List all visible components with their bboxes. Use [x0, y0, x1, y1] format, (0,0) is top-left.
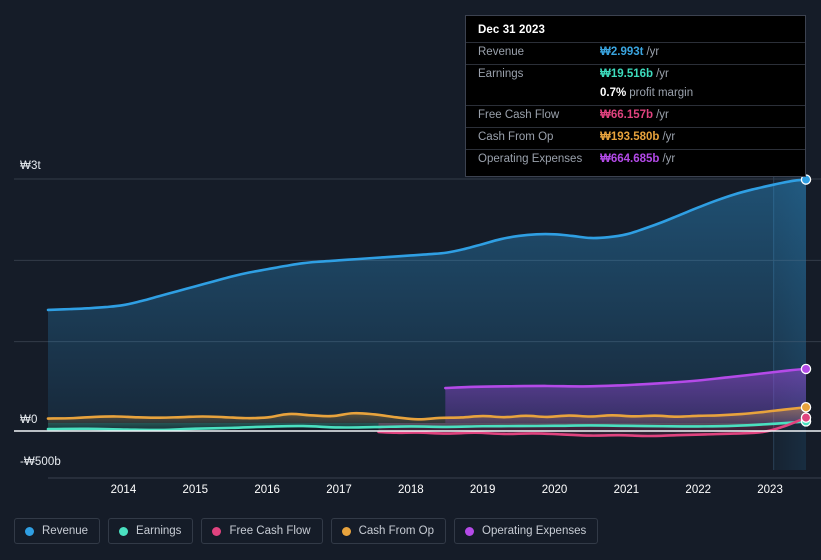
- legend-item-label: Revenue: [42, 525, 89, 537]
- tooltip-row-unit: /yr: [662, 153, 676, 165]
- tooltip-row-profit-margin: 0.7% profit margin: [466, 86, 805, 105]
- tooltip-row-unit: profit margin: [629, 87, 694, 99]
- chart-legend[interactable]: Revenue Earnings Free Cash Flow Cash From O…: [14, 518, 599, 544]
- legend-item-operating-expenses[interactable]: Operating Expenses: [454, 518, 599, 544]
- x-axis-tick: 2022: [685, 484, 712, 496]
- x-axis-tick: 2018: [398, 484, 424, 496]
- legend-color-dot-icon: [25, 526, 34, 536]
- tooltip-row-value: ₩664.685b/yr: [600, 153, 676, 165]
- y-axis-tick: -₩500b: [20, 456, 65, 468]
- tooltip-row-value: ₩19.516b/yr: [600, 68, 669, 80]
- legend-item-label: Free Cash Flow: [229, 525, 311, 537]
- tooltip-rows: Revenue ₩2.993t/yr Earnings ₩19.516b/yr 0.7%…: [466, 42, 805, 171]
- x-axis-tick: 2021: [613, 484, 640, 496]
- x-axis-tick: 2019: [469, 484, 496, 496]
- tooltip-row-value: ₩66.157b/yr: [600, 109, 669, 121]
- legend-item-earnings[interactable]: Earnings: [108, 518, 194, 544]
- tooltip-row-value: ₩2.993t/yr: [600, 46, 660, 58]
- tooltip-row-unit: /yr: [656, 109, 669, 121]
- tooltip-row: Earnings ₩19.516b/yr: [466, 64, 805, 86]
- tooltip-row-unit: /yr: [662, 131, 676, 143]
- tooltip-row-key: Earnings: [478, 68, 524, 80]
- x-axis-tick: 2017: [326, 484, 352, 496]
- tooltip-row-key: Cash From Op: [478, 131, 554, 143]
- tooltip-row-key: Operating Expenses: [478, 153, 583, 165]
- legend-item-label: Operating Expenses: [482, 525, 587, 537]
- tooltip-row: Revenue ₩2.993t/yr: [466, 42, 805, 64]
- tooltip-row-key: Revenue: [478, 46, 525, 58]
- legend-color-dot-icon: [341, 526, 351, 536]
- legend-item-label: Earnings: [136, 525, 182, 537]
- tooltip-row-unit: /yr: [646, 46, 660, 58]
- x-axis-tick: 2015: [182, 484, 209, 496]
- chart-areas: [48, 179, 806, 437]
- tooltip-row-value: ₩193.580b/yr: [600, 131, 676, 143]
- x-axis-tick: 2014: [110, 484, 137, 496]
- y-axis-tick: ₩3t: [20, 160, 45, 172]
- legend-item-cash-from-op[interactable]: Cash From Op: [330, 518, 447, 544]
- tooltip-row-unit: /yr: [656, 68, 669, 80]
- tooltip-date: Dec 31 2023: [478, 24, 545, 36]
- y-axis-tick: ₩0: [20, 414, 42, 426]
- legend-item-label: Cash From Op: [358, 525, 435, 537]
- legend-color-dot-icon: [465, 526, 475, 536]
- x-axis-tick: 2023: [757, 484, 783, 496]
- tooltip-row-key: Free Cash Flow: [478, 109, 560, 121]
- tooltip-row-value: 0.7% profit margin: [600, 87, 694, 99]
- x-axis-tick: 2020: [541, 484, 568, 496]
- legend-color-dot-icon: [119, 526, 129, 536]
- data-tooltip: Dec 31 2023 Revenue ₩2.993t/yr Earnings ₩19…: [465, 15, 806, 177]
- x-axis-tick: 2016: [254, 484, 280, 496]
- financial-chart: ₩3t ₩0 -₩500b 2014 2015 2016 2017 2018 2019 2020…: [0, 0, 821, 560]
- tooltip-row: Operating Expenses ₩664.685b/yr: [466, 149, 805, 171]
- tooltip-row: Cash From Op ₩193.580b/yr: [466, 127, 805, 149]
- legend-item-free-cash-flow[interactable]: Free Cash Flow: [201, 518, 323, 544]
- tooltip-row: Free Cash Flow ₩66.157b/yr: [466, 105, 805, 127]
- legend-item-revenue[interactable]: Revenue: [14, 518, 101, 544]
- legend-color-dot-icon: [212, 526, 222, 536]
